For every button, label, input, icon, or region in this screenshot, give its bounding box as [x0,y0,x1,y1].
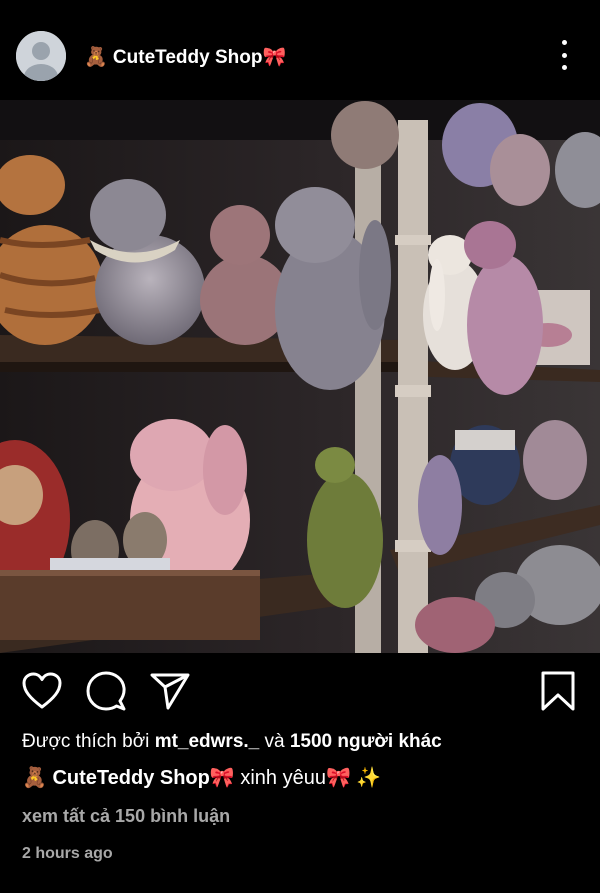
likes-prefix: Được thích bởi [22,731,155,752]
share-button[interactable] [150,672,190,710]
plush-shelf-image [0,100,600,653]
post-actions [0,670,600,714]
post-username[interactable]: 🧸 CuteTeddy Shop🎀 [84,45,286,69]
more-dot [561,65,567,70]
avatar[interactable] [16,31,66,81]
like-button[interactable] [22,672,62,710]
more-vertical-icon [561,40,567,45]
comment-icon [86,671,126,711]
save-button[interactable] [540,670,576,712]
post-caption: 🧸 CuteTeddy Shop🎀 xinh yêuu🎀 ✨ [22,765,381,790]
view-all-comments-link[interactable]: xem tất cả 150 bình luận [22,806,230,827]
caption-username[interactable]: 🧸 CuteTeddy Shop🎀 [22,767,235,789]
likes-summary: Được thích bởi mt_edwrs._ và 1500 người … [22,731,442,753]
default-avatar-icon [16,31,66,81]
caption-text: xinh yêuu🎀 ✨ [240,767,382,789]
bookmark-icon [541,671,575,711]
likes-others[interactable]: 1500 người khác [290,731,442,752]
more-options-button[interactable] [552,40,576,70]
send-icon [150,673,190,710]
likes-middle: và [259,731,290,752]
comment-button[interactable] [86,671,126,711]
post-header: 🧸 CuteTeddy Shop🎀 [0,0,600,100]
liked-by-user[interactable]: mt_edwrs._ [155,731,260,752]
heart-icon [22,672,62,709]
post-photo[interactable] [0,100,600,653]
post-timestamp: 2 hours ago [22,845,113,862]
more-dot [561,52,567,58]
